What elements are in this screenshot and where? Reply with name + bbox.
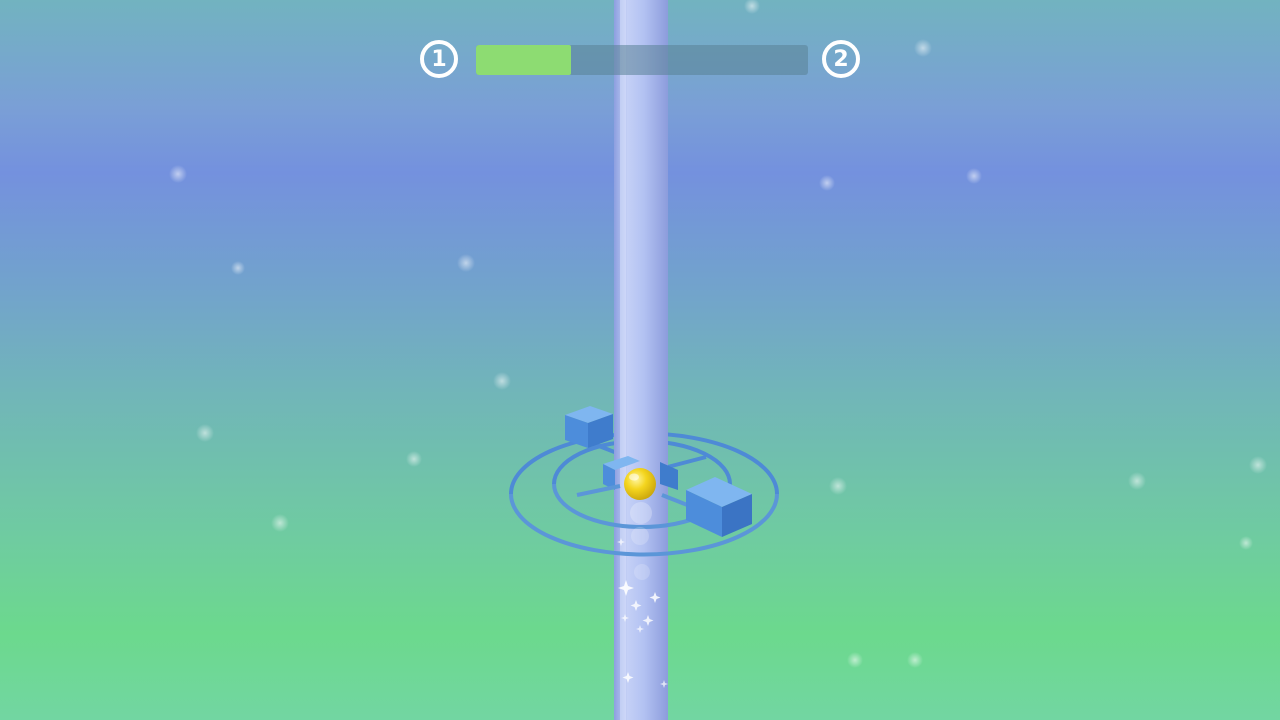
- player-ball: [624, 468, 656, 500]
- obstacle-cube-back: [565, 406, 613, 448]
- level-progress-hud: 1 2: [0, 0, 1280, 120]
- level-progress-bar: [476, 45, 808, 75]
- current-level-badge: 1: [420, 40, 458, 78]
- level-progress-fill: [476, 45, 571, 75]
- next-level-badge: 2: [822, 40, 860, 78]
- obstacle-cube-front: [686, 477, 752, 537]
